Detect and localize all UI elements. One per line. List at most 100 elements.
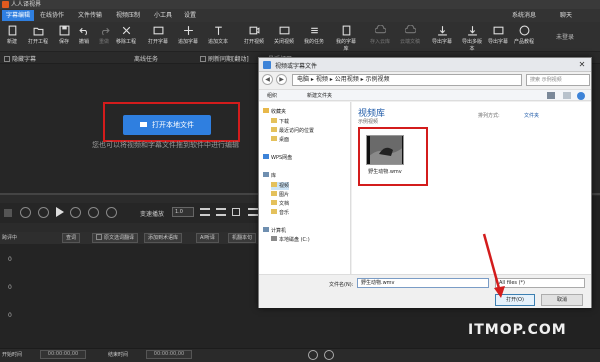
box-icon[interactable] <box>232 208 240 216</box>
export-subtitle-2-button[interactable]: 导出字幕 <box>486 25 510 51</box>
append-text-button[interactable]: 追加文本 <box>206 25 230 51</box>
review-status[interactable]: 跨评中 <box>2 234 17 241</box>
speed-select[interactable]: 1.0 <box>172 207 194 217</box>
machine-translate-button[interactable]: 机翻本句 <box>228 233 257 243</box>
library-icon <box>342 25 350 36</box>
folder-icon <box>271 182 277 187</box>
new-folder-button[interactable]: 新建文件夹 <box>307 92 332 99</box>
nav-item-2[interactable]: 最近访问的位置 <box>271 127 314 135</box>
nav-item-1[interactable]: 下载 <box>271 118 289 126</box>
merge-icon[interactable] <box>248 208 258 216</box>
tutorial-button[interactable]: 产品教程 <box>512 25 536 51</box>
cancel-button[interactable]: 取消 <box>541 294 583 306</box>
export-icon <box>437 26 447 36</box>
menu-subtitle-edit[interactable]: 字幕编辑 <box>2 10 35 21</box>
close-icon[interactable]: ✕ <box>576 60 588 70</box>
my-tasks-button[interactable]: 我的任务 <box>302 25 326 51</box>
star-icon <box>263 108 269 113</box>
nav-item-11[interactable]: 本地磁盘 (C:) <box>271 236 310 244</box>
start-time-input[interactable]: 00:00:00,00 <box>40 350 86 359</box>
menu-chat[interactable]: 聊天 <box>556 10 576 21</box>
user-status[interactable]: 未登录 <box>556 32 574 41</box>
open-video-button[interactable]: 打开视频 <box>242 25 266 51</box>
view-icon[interactable] <box>547 92 555 99</box>
step-back-icon[interactable] <box>38 207 49 218</box>
filename-input[interactable]: 野生动物.wmv <box>357 278 489 288</box>
prev-icon[interactable] <box>308 350 318 360</box>
nav-item-label: 最近访问的位置 <box>279 128 315 134</box>
undo-icon <box>78 27 87 36</box>
nav-item-3[interactable]: 桌面 <box>271 136 289 144</box>
new-button[interactable]: 新建 <box>0 25 24 51</box>
forward-nav-icon[interactable]: ▶ <box>276 74 287 85</box>
address-bar[interactable]: 电脑 ▸ 视频 ▸ 公用视频 ▸ 示例视频 <box>292 74 522 86</box>
rewind-icon[interactable] <box>20 207 31 218</box>
menu-video-compress[interactable]: 视频压制 <box>112 10 144 21</box>
append-subtitle-button[interactable]: 追加字幕 <box>176 25 200 51</box>
path-segment[interactable]: 公用视频 <box>335 76 359 83</box>
path-segment[interactable]: 电脑 <box>297 76 309 83</box>
menu-tools[interactable]: 小工具 <box>150 10 176 21</box>
pc-icon <box>263 227 269 232</box>
nav-item-0[interactable]: 收藏夹 <box>263 108 286 116</box>
hide-subtitle-toggle[interactable]: 隐藏字幕 <box>4 54 36 63</box>
open-subtitle-button[interactable]: 打开字幕 <box>146 25 170 51</box>
refresh-toggle[interactable]: 刷新同期[翻动] <box>200 54 249 63</box>
menu-system-messages[interactable]: 系统消息 <box>508 10 540 21</box>
title-bar: 人人译视界 <box>0 0 600 9</box>
close-video-button[interactable]: 关闭视频 <box>272 25 296 51</box>
remove-project-button[interactable]: 移除工程 <box>114 25 138 51</box>
nav-item-label: 库 <box>271 173 277 179</box>
path-segment[interactable]: 示例视频 <box>366 76 390 83</box>
split-icon[interactable] <box>216 208 226 216</box>
export-subtitle-button[interactable]: 导出字幕 <box>430 25 454 51</box>
checkbox-icon <box>96 234 102 240</box>
redo-icon <box>101 27 110 36</box>
file-item[interactable]: 野生动物.wmv <box>358 127 428 186</box>
open-project-button[interactable]: 打开工程 <box>26 25 50 51</box>
back-icon[interactable]: ◀ <box>262 74 273 85</box>
nav-item-9[interactable]: 音乐 <box>271 209 289 217</box>
menu-settings[interactable]: 设置 <box>180 10 200 21</box>
nav-item-6[interactable]: 视频 <box>271 182 290 190</box>
text-icon <box>214 26 222 35</box>
end-time-input[interactable]: 00:00:00,00 <box>146 350 192 359</box>
path-segment[interactable]: 视频 <box>316 76 328 83</box>
next-icon[interactable] <box>324 350 334 360</box>
nav-item-7[interactable]: 图片 <box>271 191 289 199</box>
lookup-button[interactable]: 查词 <box>62 233 81 243</box>
nav-item-label: 桌面 <box>279 137 290 143</box>
search-input[interactable]: 搜索 示例视频 <box>526 74 590 86</box>
nav-item-10[interactable]: 计算机 <box>263 227 286 235</box>
add-to-glossary-button[interactable]: 添加到术语库 <box>144 233 183 243</box>
loop-icon[interactable] <box>106 207 117 218</box>
my-subtitle-library-button[interactable]: 我的字幕库 <box>334 25 358 52</box>
nav-item-4[interactable]: WPS网盘 <box>263 154 292 162</box>
export-multi-version-button[interactable]: 导出多版本 <box>460 25 484 52</box>
align-icon[interactable] <box>200 208 210 216</box>
preview-pane-icon[interactable] <box>563 92 571 99</box>
organize-button[interactable]: 组织 <box>267 92 277 99</box>
cloud-document-button[interactable]: 云端文稿 <box>398 25 422 51</box>
offline-task-label[interactable]: 离线任务 <box>134 54 158 63</box>
help-icon[interactable] <box>577 92 585 100</box>
speed-label: 变速播放 <box>140 211 165 218</box>
menu-online-collab[interactable]: 在线协作 <box>36 10 68 21</box>
forward-icon[interactable] <box>88 207 99 218</box>
highlight-box-file <box>358 127 428 186</box>
select-word-translate-button[interactable]: 原文选词翻译 <box>92 233 139 243</box>
menu-file-transfer[interactable]: 文件传输 <box>74 10 106 21</box>
nav-item-label: 音乐 <box>279 210 290 216</box>
save-to-cloud-button[interactable]: 存入云库 <box>368 25 392 51</box>
arrange-select[interactable]: 文件夹 <box>524 112 539 119</box>
nav-item-5[interactable]: 库 <box>263 172 276 180</box>
filetype-select[interactable]: All files (*) <box>495 278 585 288</box>
cloud-doc-icon <box>404 25 416 34</box>
ai-listen-button[interactable]: AI听译 <box>196 233 219 243</box>
step-forward-icon[interactable] <box>70 207 81 218</box>
stop-icon[interactable] <box>4 209 12 217</box>
redo-button[interactable]: 重做 <box>92 25 116 51</box>
play-icon[interactable] <box>56 207 64 217</box>
nav-item-label: 计算机 <box>271 228 287 234</box>
nav-item-8[interactable]: 文档 <box>271 200 289 208</box>
